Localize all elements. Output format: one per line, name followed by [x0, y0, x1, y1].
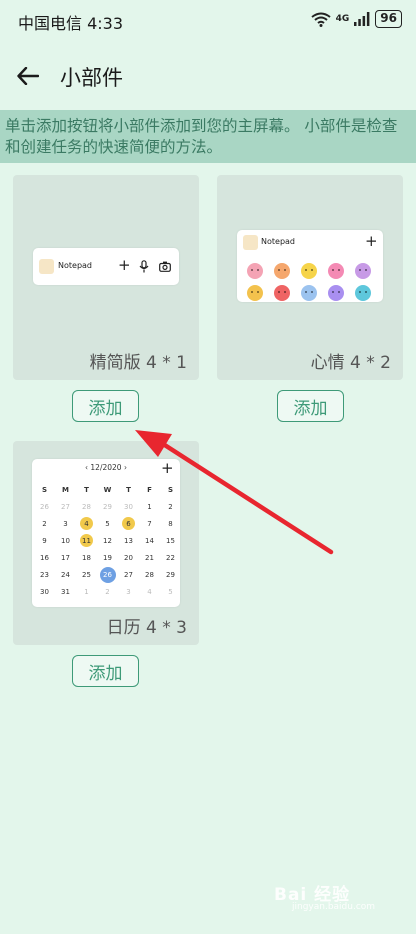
baidu-watermark: Bai 经验 jingyan.baidu.com	[274, 876, 394, 916]
annotation-arrow	[135, 430, 334, 555]
watermark-url: jingyan.baidu.com	[292, 902, 376, 912]
